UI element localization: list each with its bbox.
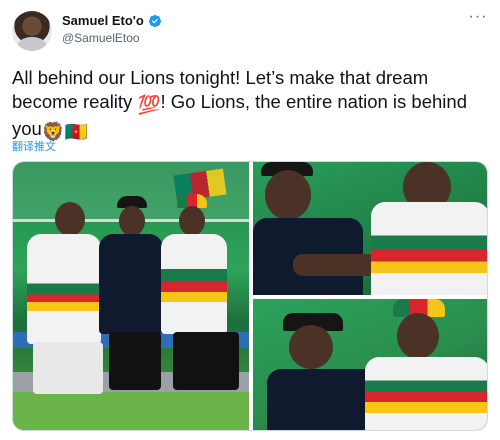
tweet-card: Samuel Eto'o @SamuelEtoo ··· All behind … — [0, 0, 500, 440]
person-shirt — [27, 234, 101, 344]
verified-badge-icon — [148, 14, 161, 27]
person-shirt — [161, 234, 227, 334]
person-head — [265, 170, 311, 220]
grass-pitch — [13, 392, 249, 430]
tweet-text: All behind our Lions tonight! Let’s make… — [12, 66, 488, 144]
hundred-points-emoji-icon: 💯 — [137, 94, 161, 115]
person-shirt — [371, 202, 487, 295]
photo-two-men-watching[interactable] — [253, 299, 487, 430]
more-options-icon[interactable]: ··· — [468, 9, 488, 28]
person-head — [289, 325, 333, 369]
person-shirt — [365, 357, 487, 430]
person-head — [119, 206, 145, 236]
media-grid — [12, 161, 488, 431]
person-trousers — [173, 332, 239, 390]
cameroon-flag-emoji-icon: 🇨🇲 — [64, 121, 88, 142]
author-display-name[interactable]: Samuel Eto'o — [62, 13, 144, 28]
person-shorts — [33, 342, 103, 394]
photo-bench-group[interactable] — [13, 162, 249, 430]
photo-two-men-closeup[interactable] — [253, 162, 487, 295]
person-shirt — [99, 234, 163, 334]
author-avatar[interactable] — [12, 11, 52, 51]
person-trousers — [109, 332, 161, 390]
author-handle[interactable]: @SamuelEtoo — [62, 31, 140, 45]
person-head — [397, 313, 439, 359]
person-head — [179, 206, 205, 236]
person-head — [55, 202, 85, 236]
author-name-row: Samuel Eto'o — [62, 13, 162, 28]
translate-tweet-link[interactable]: 翻译推文 — [12, 138, 56, 154]
